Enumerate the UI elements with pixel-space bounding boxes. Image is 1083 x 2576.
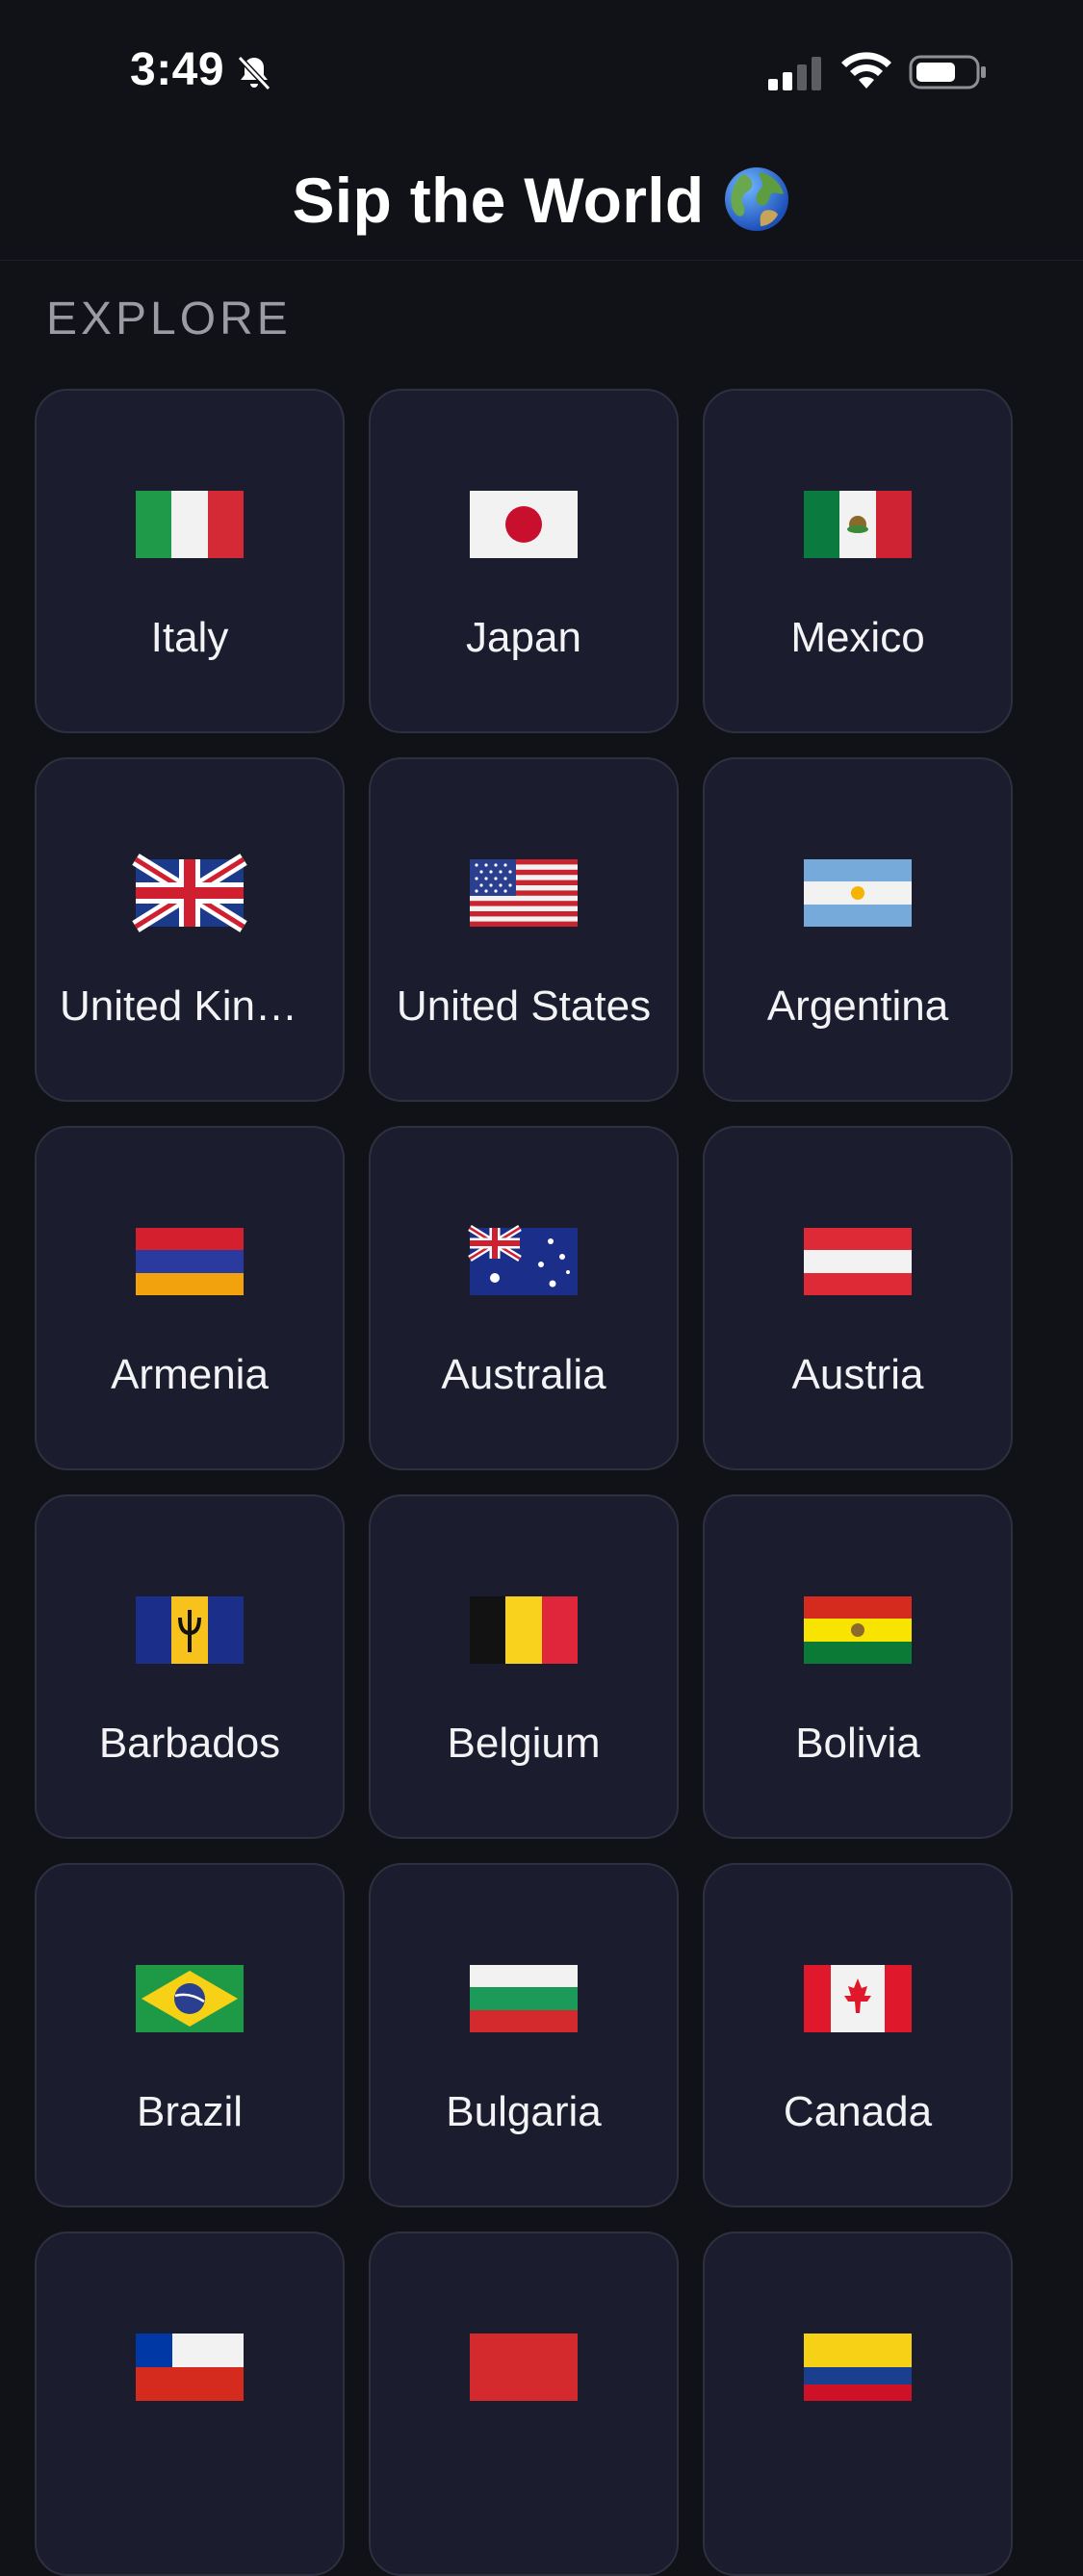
country-card-austria[interactable]: Austria [703, 1126, 1013, 1470]
united-states-flag-icon [470, 859, 578, 927]
bulgaria-flag-icon [470, 1965, 578, 2032]
section-label-explore: EXPLORE [46, 293, 292, 344]
country-name: Belgium [447, 1720, 601, 1767]
country-card-italy[interactable]: Italy [35, 389, 345, 733]
red-flag-icon [470, 2334, 578, 2401]
status-bar: 3:49 [0, 0, 1083, 144]
battery-icon [909, 55, 986, 89]
country-card-bulgaria[interactable]: Bulgaria [369, 1863, 679, 2207]
united-kingdom-flag-icon [132, 854, 247, 932]
austria-flag-icon [804, 1228, 912, 1295]
japan-flag-icon [470, 491, 578, 558]
country-card-united-states[interactable]: United States [369, 757, 679, 1102]
status-time: 3:49 [130, 44, 225, 95]
country-card-partial-3[interactable] [703, 2232, 1013, 2576]
page-title: Sip the World [292, 164, 790, 237]
country-card-mexico[interactable]: Mexico [703, 389, 1013, 733]
country-name: Barbados [98, 1720, 281, 1767]
country-card-partial-1[interactable] [35, 2232, 345, 2576]
chile-flag-icon [136, 2334, 244, 2401]
wifi-icon [841, 52, 891, 89]
country-name: Mexico [790, 614, 925, 661]
country-name: Argentina [766, 982, 949, 1030]
country-name: Bolivia [795, 1720, 920, 1767]
country-name: Italy [150, 614, 229, 661]
colombia-flag-icon [804, 2334, 912, 2401]
country-card-united-kingdom[interactable]: United Kingdom [35, 757, 345, 1102]
country-name: Australia [441, 1351, 606, 1398]
country-name: Austria [791, 1351, 924, 1398]
country-name: United States [396, 982, 652, 1030]
country-card-canada[interactable]: Canada [703, 1863, 1013, 2207]
canada-flag-icon [804, 1965, 912, 2032]
navigation-bar: Sip the World [0, 144, 1083, 261]
cellular-signal-icon [768, 57, 821, 90]
bell-muted-icon [237, 55, 271, 91]
belgium-flag-icon [470, 1596, 578, 1664]
globe-icon [724, 167, 788, 231]
country-name: Bulgaria [446, 2088, 602, 2135]
country-name: Canada [783, 2088, 933, 2135]
country-name: Japan [466, 614, 581, 661]
country-card-armenia[interactable]: Armenia [35, 1126, 345, 1470]
country-card-argentina[interactable]: Argentina [703, 757, 1013, 1102]
barbados-flag-icon [136, 1596, 244, 1664]
argentina-flag-icon [804, 859, 912, 927]
country-name: United Kingdom [60, 982, 343, 1030]
country-card-australia[interactable]: Australia [369, 1126, 679, 1470]
page-title-text: Sip the World [292, 165, 705, 236]
armenia-flag-icon [136, 1228, 244, 1295]
country-card-brazil[interactable]: Brazil [35, 1863, 345, 2207]
brazil-flag-icon [136, 1965, 244, 2032]
italy-flag-icon [136, 491, 244, 558]
country-card-partial-2[interactable] [369, 2232, 679, 2576]
country-card-japan[interactable]: Japan [369, 389, 679, 733]
country-card-barbados[interactable]: Barbados [35, 1494, 345, 1839]
country-grid: Italy Japan Mexico United Kingdom United… [35, 389, 1013, 2576]
country-card-bolivia[interactable]: Bolivia [703, 1494, 1013, 1839]
country-name: Armenia [111, 1351, 269, 1398]
country-card-belgium[interactable]: Belgium [369, 1494, 679, 1839]
mexico-flag-icon [804, 491, 912, 558]
australia-flag-icon [468, 1225, 578, 1295]
country-name: Brazil [136, 2088, 244, 2135]
bolivia-flag-icon [804, 1596, 912, 1664]
